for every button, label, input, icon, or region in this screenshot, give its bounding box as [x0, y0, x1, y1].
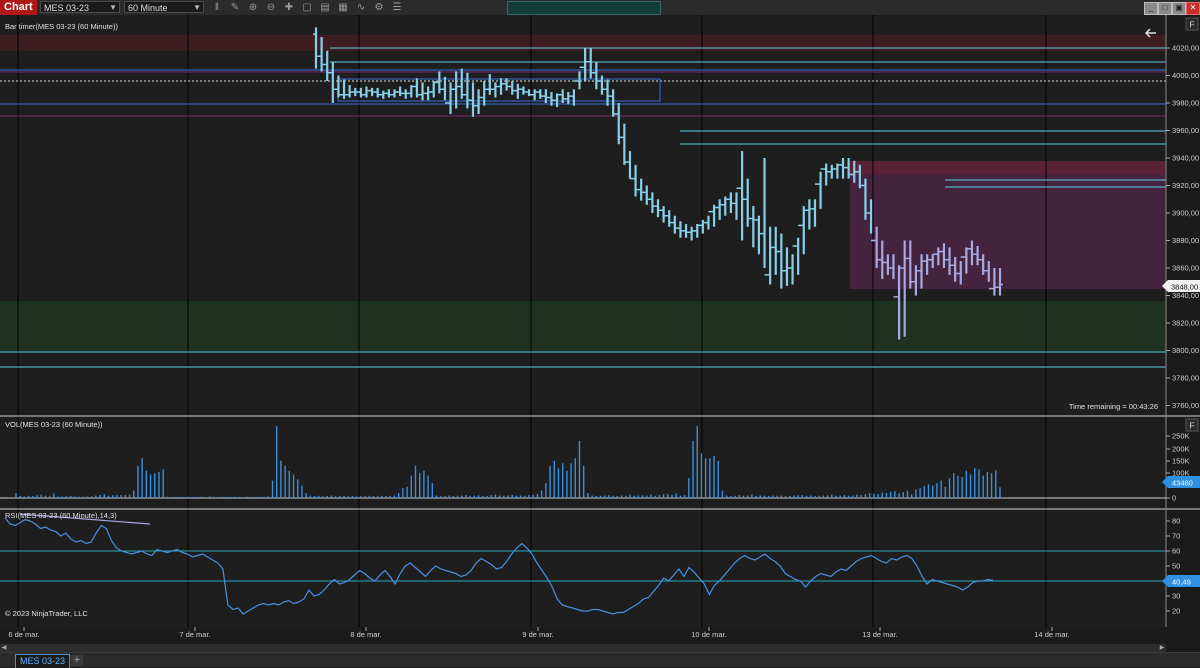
- volume-tick-label: 200K: [1172, 445, 1190, 454]
- current-price-marker: 3848,00: [1162, 280, 1200, 292]
- rsi-panel-label: RSI(MES 03-23 (60 Minute),14,3): [5, 511, 117, 520]
- value-axis-bg: [1166, 15, 1200, 652]
- bottom-tab-bar: MES 03-23 +: [0, 652, 1200, 668]
- rsi-tick-label: 30: [1172, 592, 1180, 601]
- chevron-down-icon: ▼: [109, 3, 117, 12]
- price-panel-label: Bar timer(MES 03-23 (60 Minute)): [5, 22, 118, 31]
- volume-tick-label: 150K: [1172, 457, 1190, 466]
- current-volume-label: 43480: [1172, 479, 1193, 488]
- price-tick-label: 3880,00: [1172, 236, 1199, 245]
- chart-area[interactable]: 4020,00 4000,00 3980,00 3960,00 3940,00 3920,…: [0, 15, 1200, 652]
- scroll-left-icon[interactable]: ◀: [0, 644, 8, 652]
- price-tick-label: 3920,00: [1172, 181, 1199, 190]
- current-rsi-marker: 40,49: [1162, 575, 1200, 587]
- top-toolbar: Chart MES 03-23 ▼ 60 Minute ▼ ‖ ✎ ⊕ ⊖ ✚ …: [0, 0, 1200, 16]
- demand-zone: [0, 301, 1166, 351]
- volume-panel-label: VOL(MES 03-23 (60 Minute)): [5, 420, 103, 429]
- drawing-tool-icon[interactable]: ✎: [228, 1, 242, 14]
- f-button-label: F: [1189, 20, 1194, 30]
- date-tick-label: 14 de mar.: [1034, 630, 1069, 639]
- current-price-label: 3848,00: [1171, 283, 1198, 292]
- supply-zone-right-top: [850, 161, 1166, 175]
- price-tick-label: 4000,00: [1172, 71, 1199, 80]
- bar-type-icon[interactable]: ‖: [210, 1, 224, 14]
- date-tick-label: 7 de mar.: [179, 630, 210, 639]
- price-tick-label: 3820,00: [1172, 319, 1199, 328]
- rsi-tick-label: 70: [1172, 532, 1180, 541]
- list-icon[interactable]: ☰: [390, 1, 404, 14]
- strategy-icon[interactable]: ∿: [354, 1, 368, 14]
- maximize-button[interactable]: □: [1158, 2, 1172, 15]
- interval-select[interactable]: 60 Minute ▼: [124, 1, 204, 13]
- instrument-value: MES 03-23: [44, 3, 90, 13]
- volume-tick-label: 0: [1172, 494, 1176, 503]
- rsi-tick-label: 80: [1172, 517, 1180, 526]
- zoom-out-icon[interactable]: ⊖: [264, 1, 278, 14]
- price-tick-label: 3760,00: [1172, 401, 1199, 410]
- rsi-tick-label: 60: [1172, 547, 1180, 556]
- volume-tick-label: 250K: [1172, 432, 1190, 441]
- volume-panel-f-button[interactable]: F: [1185, 418, 1199, 432]
- price-panel-f-button[interactable]: F: [1185, 17, 1199, 31]
- scroll-right-icon[interactable]: ▶: [1158, 644, 1166, 652]
- horizontal-scrollbar[interactable]: ◀ ▶: [0, 644, 1166, 652]
- price-tick-label: 3900,00: [1172, 209, 1199, 218]
- close-button[interactable]: ✕: [1186, 2, 1200, 15]
- price-tick-label: 3780,00: [1172, 374, 1199, 383]
- price-tick-label: 3800,00: [1172, 346, 1199, 355]
- rsi-panel-bg: [0, 510, 1166, 627]
- interval-value: 60 Minute: [128, 3, 168, 13]
- date-tick-label: 13 de mar.: [862, 630, 897, 639]
- chevron-down-icon: ▼: [193, 3, 201, 12]
- zoom-in-icon[interactable]: ⊕: [246, 1, 260, 14]
- connection-status-field: [507, 1, 661, 15]
- properties-icon[interactable]: ⚙: [372, 1, 386, 14]
- screenshot-icon[interactable]: ▦: [336, 1, 350, 14]
- time-axis-bg: [0, 627, 1166, 644]
- add-tab-button[interactable]: +: [71, 655, 83, 666]
- copyright-label: © 2023 NinjaTrader, LLC: [5, 609, 88, 618]
- price-tick-label: 3960,00: [1172, 126, 1199, 135]
- date-tick-label: 9 de mar.: [522, 630, 553, 639]
- date-tick-label: 8 de mar.: [350, 630, 381, 639]
- current-volume-marker: 43480: [1162, 476, 1200, 488]
- price-tick-label: 3860,00: [1172, 264, 1199, 273]
- price-tick-label: 3980,00: [1172, 99, 1199, 108]
- crosshair-icon[interactable]: ✚: [282, 1, 296, 14]
- f-button-label: F: [1189, 421, 1194, 431]
- price-tick-label: 4020,00: [1172, 44, 1199, 53]
- minimize-button[interactable]: _: [1144, 2, 1158, 15]
- data-box-icon[interactable]: ▤: [318, 1, 332, 14]
- instrument-select[interactable]: MES 03-23 ▼: [40, 1, 120, 13]
- rsi-tick-label: 20: [1172, 607, 1180, 616]
- date-tick-label: 6 de mar.: [8, 630, 39, 639]
- supply-zone-top: [0, 35, 1166, 51]
- price-tick-label: 3940,00: [1172, 154, 1199, 163]
- date-tick-label: 10 de mar.: [691, 630, 726, 639]
- chart-tab[interactable]: Chart: [0, 0, 37, 15]
- rsi-tick-label: 50: [1172, 562, 1180, 571]
- price-tick-label: 3840,00: [1172, 291, 1199, 300]
- restore-button[interactable]: ▣: [1172, 2, 1186, 15]
- current-rsi-label: 40,49: [1172, 578, 1191, 587]
- snapshot-icon[interactable]: ▢: [300, 1, 314, 14]
- time-remaining-label: Time remaining = 00:43:26: [1069, 402, 1158, 411]
